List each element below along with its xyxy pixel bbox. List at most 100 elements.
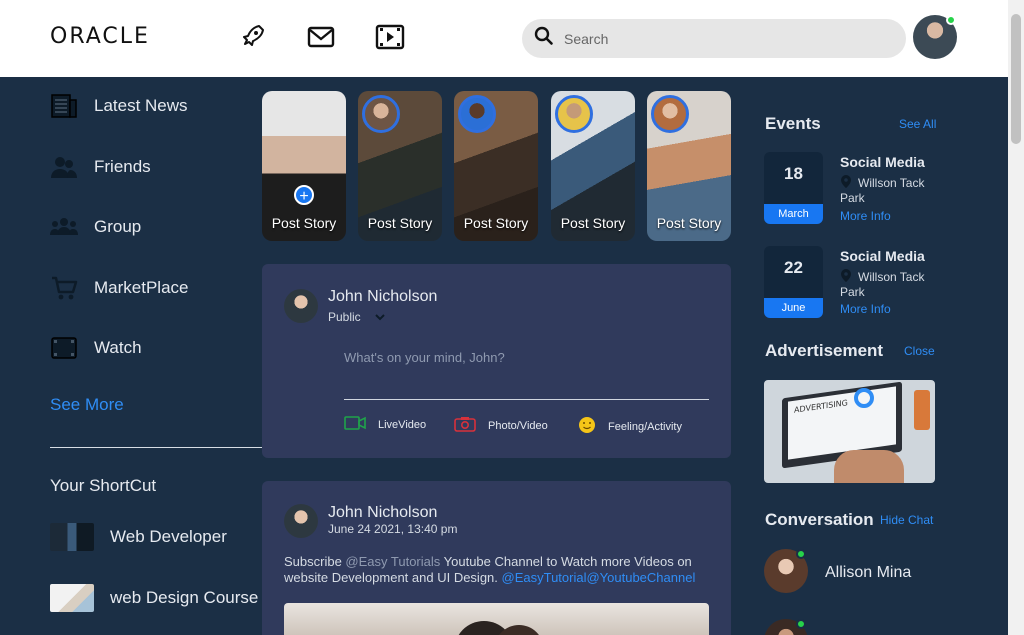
- emoji-icon: [578, 416, 596, 437]
- sidebar-item-friends[interactable]: Friends: [50, 153, 151, 181]
- visibility-select[interactable]: Public: [328, 310, 385, 324]
- shortcut-heading: Your ShortCut: [50, 476, 157, 495]
- feeling-activity-button[interactable]: Feeling/Activity: [578, 416, 682, 437]
- events-heading: Events: [765, 114, 821, 133]
- shortcut-web-developer[interactable]: Web Developer: [50, 523, 227, 551]
- sidebar-item-label: Latest News: [94, 96, 188, 115]
- post-link[interactable]: @EasyTutorial@YoutubeChannel: [502, 570, 696, 585]
- rocket-icon[interactable]: [238, 22, 268, 52]
- input-underline: [344, 399, 709, 400]
- event-title: Social Media: [840, 248, 925, 264]
- story-avatar: [555, 95, 593, 133]
- shortcut-web-design-course[interactable]: web Design Course: [50, 584, 258, 612]
- search-icon: [534, 26, 554, 51]
- sidebar-item-marketplace[interactable]: MarketPlace: [50, 274, 188, 302]
- see-all-events-link[interactable]: See All: [899, 117, 936, 131]
- hide-chat-link[interactable]: Hide Chat: [880, 513, 933, 527]
- newspaper-icon: [50, 92, 78, 120]
- search-bar[interactable]: [522, 19, 906, 58]
- post-text: Subscribe @Easy Tutorials Youtube Channe…: [284, 554, 704, 586]
- event-more-info-link[interactable]: More Info: [840, 209, 891, 223]
- action-label: Feeling/Activity: [608, 420, 682, 433]
- sidebar-item-watch[interactable]: Watch: [50, 334, 142, 362]
- friends-icon: [50, 153, 78, 181]
- close-ad-link[interactable]: Close: [904, 344, 935, 358]
- event-date-badge: 18 March: [764, 152, 823, 224]
- event-month: June: [764, 298, 823, 318]
- event-more-info-link[interactable]: More Info: [840, 302, 891, 316]
- story-label: Post Story: [463, 215, 529, 231]
- status-input[interactable]: What's on your mind, John?: [344, 350, 505, 365]
- online-status-dot: [796, 549, 806, 559]
- sidebar-item-label: Group: [94, 217, 142, 236]
- event-day: 22: [784, 258, 803, 277]
- event-date-badge: 22 June: [764, 246, 823, 318]
- video-icon[interactable]: [375, 22, 405, 52]
- mail-icon[interactable]: [306, 22, 336, 52]
- oracle-logo[interactable]: ORACLE: [50, 24, 150, 49]
- event-location: Willson Tack Park: [840, 268, 940, 300]
- advertisement-image[interactable]: ADVERTISING: [764, 380, 935, 483]
- story-avatar: [458, 95, 496, 133]
- sidebar-divider: [50, 447, 262, 448]
- live-video-button[interactable]: LiveVideo: [344, 416, 426, 433]
- story-label: Post Story: [367, 215, 433, 231]
- online-status-dot: [946, 15, 956, 25]
- page-scrollbar[interactable]: [1008, 0, 1024, 635]
- composer-name: John Nicholson: [328, 288, 438, 305]
- add-story-icon[interactable]: +: [294, 185, 314, 205]
- feed-post: John Nicholson June 24 2021, 13:40 pm Su…: [262, 481, 731, 635]
- sidebar-item-latest-news[interactable]: Latest News: [50, 92, 188, 120]
- event-title: Social Media: [840, 154, 925, 170]
- story-label: Post Story: [271, 215, 337, 231]
- location-pin-icon: [840, 269, 858, 284]
- visibility-value: Public: [328, 310, 361, 324]
- event-month: March: [764, 204, 823, 224]
- post-date: June 24 2021, 13:40 pm: [328, 522, 458, 536]
- story-card[interactable]: Post Story: [454, 91, 538, 241]
- story-card[interactable]: Post Story: [551, 91, 635, 241]
- story-avatar: [362, 95, 400, 133]
- scrollbar-thumb[interactable]: [1011, 14, 1021, 144]
- story-avatar: [651, 95, 689, 133]
- action-label: Photo/Video: [488, 419, 548, 432]
- chat-contact-name[interactable]: Allison Mina: [825, 564, 911, 582]
- shortcut-label: web Design Course: [110, 588, 259, 607]
- photo-icon: [454, 416, 476, 435]
- story-label: Post Story: [656, 215, 722, 231]
- event-day: 18: [784, 164, 803, 183]
- post-text-prefix: Subscribe: [284, 554, 346, 569]
- post-author-avatar[interactable]: [284, 504, 318, 538]
- sidebar-item-group[interactable]: Group: [50, 213, 141, 241]
- post-composer: John Nicholson Public What's on your min…: [262, 264, 731, 458]
- video-camera-icon: [344, 416, 366, 433]
- shortcut-thumbnail: [50, 523, 94, 551]
- group-icon: [50, 213, 78, 241]
- sidebar-item-label: Watch: [94, 338, 142, 357]
- shortcut-thumbnail: [50, 584, 94, 612]
- post-author-name[interactable]: John Nicholson: [328, 504, 437, 522]
- cart-icon: [50, 274, 78, 302]
- top-navbar: ORACLE: [0, 0, 1008, 77]
- story-card[interactable]: Post Story: [358, 91, 442, 241]
- conversation-heading: Conversation: [765, 510, 874, 529]
- see-more-link[interactable]: See More: [50, 395, 124, 415]
- sidebar-item-label: MarketPlace: [94, 278, 189, 297]
- chevron-down-icon: [374, 310, 385, 324]
- location-pin-icon: [840, 175, 858, 190]
- search-input[interactable]: [564, 30, 864, 47]
- photo-video-button[interactable]: Photo/Video: [454, 416, 548, 435]
- story-card-own[interactable]: + Post Story: [262, 91, 346, 241]
- sidebar-item-label: Friends: [94, 157, 151, 176]
- shortcut-label: Web Developer: [110, 527, 227, 546]
- story-label: Post Story: [560, 215, 626, 231]
- post-image[interactable]: [284, 603, 709, 635]
- advertisement-heading: Advertisement: [765, 341, 884, 360]
- event-location: Willson Tack Park: [840, 174, 940, 206]
- story-card[interactable]: Post Story: [647, 91, 731, 241]
- action-label: LiveVideo: [378, 418, 427, 431]
- composer-avatar: [284, 289, 318, 323]
- film-icon: [50, 334, 78, 362]
- post-mention[interactable]: @Easy Tutorials: [345, 554, 440, 569]
- online-status-dot: [796, 619, 806, 629]
